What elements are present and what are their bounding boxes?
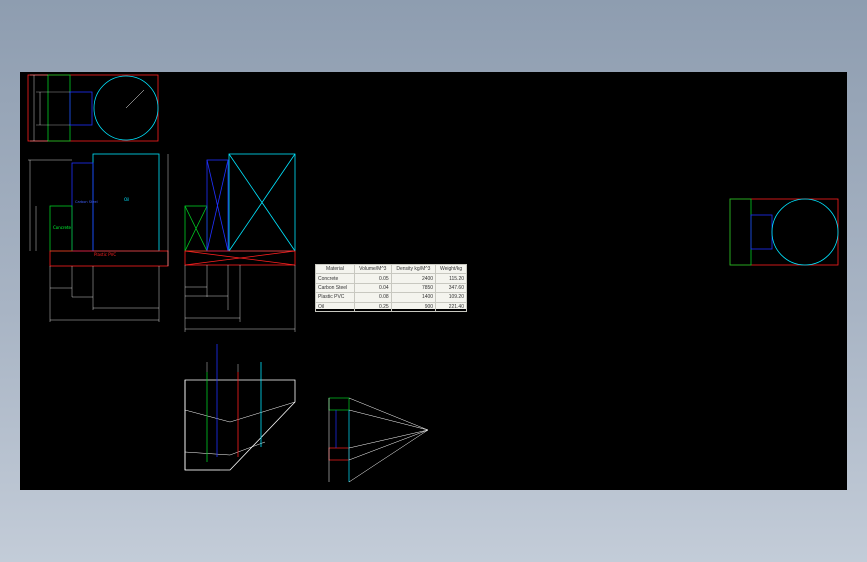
bom-cell: 0.05 bbox=[353, 273, 392, 284]
top-view-outline bbox=[27, 74, 159, 142]
bom-header-cell: Density kg/M^3 bbox=[390, 263, 437, 275]
top-view bbox=[27, 74, 159, 142]
bom-header-cell: Volume/M^3 bbox=[353, 263, 392, 275]
table-row[interactable]: Carbon Steel 0.04 7850 347.60 bbox=[315, 282, 467, 294]
bom-cell: 221.40 bbox=[435, 301, 467, 312]
bom-cell: 2400 bbox=[390, 273, 437, 284]
right-view-outline bbox=[729, 198, 839, 266]
table-row[interactable]: Plastic PVC 0.08 1400 109.20 bbox=[315, 292, 467, 303]
steel-wall-rect bbox=[71, 162, 94, 252]
right-view-concrete bbox=[729, 198, 752, 266]
right-plan-view bbox=[729, 198, 839, 266]
bom-cell: 1400 bbox=[390, 292, 437, 303]
bom-cell: 0.04 bbox=[353, 282, 392, 294]
force-concrete-block bbox=[328, 397, 350, 411]
bom-cell: Plastic PVC bbox=[315, 292, 355, 303]
oil-label: Oil bbox=[124, 197, 129, 202]
force-diagram bbox=[328, 397, 429, 483]
bom-header-row: Material Volume/M^3 Density kg/M^3 Weigh… bbox=[315, 263, 467, 275]
table-row[interactable]: Concrete 0.05 2400 115.20 bbox=[315, 273, 467, 284]
bom-cell: 900 bbox=[390, 301, 437, 312]
top-view-steel bbox=[69, 91, 93, 126]
bom-cell: 347.60 bbox=[435, 282, 467, 294]
table-row[interactable]: Oil 0.25 900 221.40 bbox=[315, 301, 467, 312]
bill-of-materials-table[interactable]: Material Volume/M^3 Density kg/M^3 Weigh… bbox=[315, 263, 467, 312]
force-pvc-block bbox=[328, 447, 350, 461]
cad-model-space[interactable]: Oil Carbon Steel Concrete Plastic PVC Ma… bbox=[20, 72, 847, 490]
carbon-steel-label: Carbon Steel bbox=[75, 200, 98, 204]
bom-cell: Concrete bbox=[315, 273, 355, 284]
elevation-view bbox=[184, 344, 296, 471]
top-view-concrete bbox=[47, 74, 71, 142]
elevation-outline bbox=[184, 379, 296, 471]
bom-header-cell: Weight/kg bbox=[435, 263, 467, 275]
bom-cell: Carbon Steel bbox=[315, 282, 355, 294]
right-view-steel bbox=[750, 214, 773, 250]
bom-header-cell: Material bbox=[315, 263, 355, 275]
bom-cell: Oil bbox=[315, 301, 355, 312]
bom-cell: 109.20 bbox=[435, 292, 467, 303]
side-view bbox=[184, 153, 296, 332]
radius-dim-line bbox=[125, 89, 145, 109]
bom-cell: 0.08 bbox=[353, 292, 392, 303]
right-view-tank-circle bbox=[771, 198, 839, 266]
front-view: Oil Carbon Steel Concrete Plastic PVC bbox=[28, 153, 169, 322]
bom-cell: 0.25 bbox=[353, 301, 392, 312]
pvc-label: Plastic PVC bbox=[94, 252, 116, 257]
bom-cell: 115.20 bbox=[435, 273, 467, 284]
oil-tank-rect bbox=[92, 153, 160, 252]
bom-cell: 7850 bbox=[390, 282, 437, 294]
concrete-label: Concrete bbox=[53, 225, 72, 230]
